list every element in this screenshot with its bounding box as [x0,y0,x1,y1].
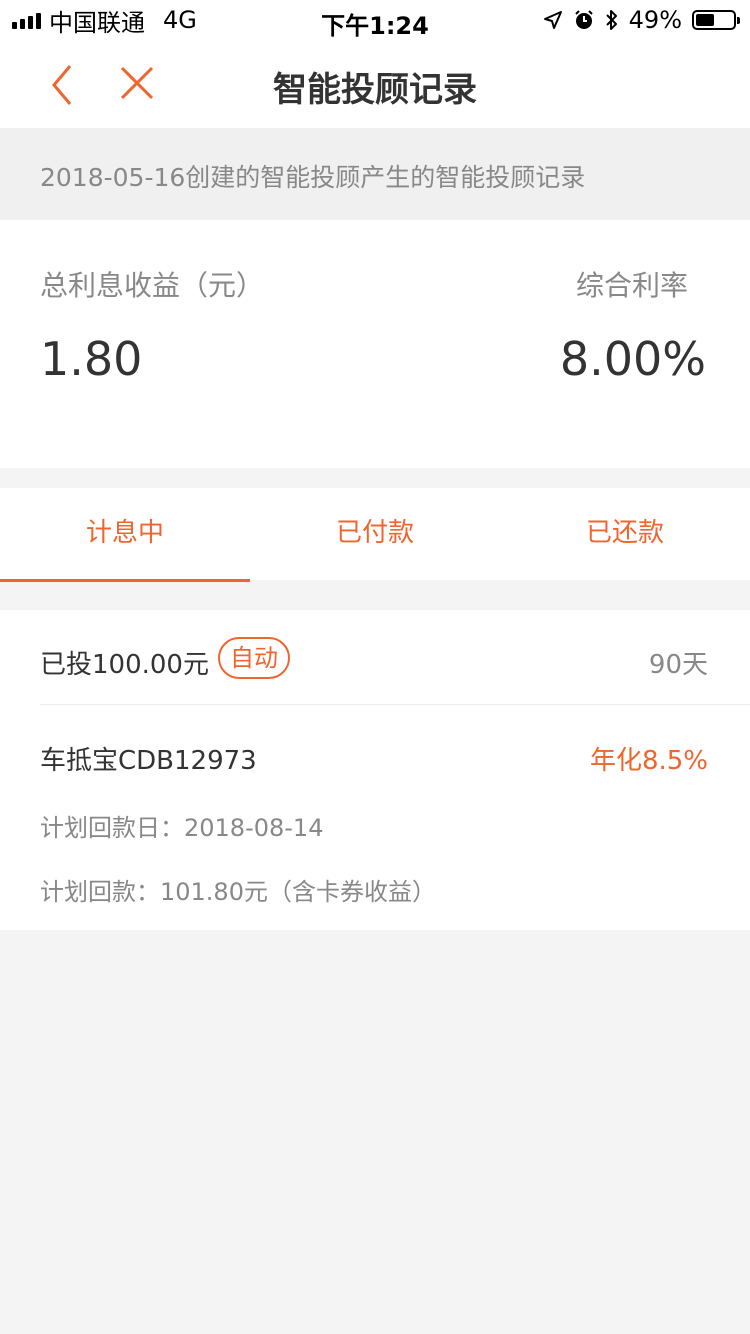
tab-accruing[interactable]: 计息中 [0,488,250,580]
banner-text: 2018-05-16创建的智能投顾产生的智能投顾记录 [40,163,586,192]
tab-repaid[interactable]: 已还款 [500,488,750,580]
total-interest-label: 总利息收益（元） [40,269,265,302]
location-arrow-icon [543,11,562,29]
planned-repay-date: 计划回款日：2018-08-14 [40,814,324,842]
record-card[interactable]: 已投100.00元 自动 90天 车抵宝CDB12973 年化8.5% 计划回款… [0,610,750,930]
total-interest-value: 1.80 [40,332,143,386]
page-title: 智能投顾记录 [273,70,477,110]
summary-card: 总利息收益（元） 综合利率 1.80 8.00% [0,220,750,468]
rate-value: 8.00% [559,332,706,386]
rate-label: 综合利率 [575,269,688,302]
tab-bar: 计息中 已付款 已还款 [0,488,750,582]
battery-fill [696,14,714,26]
active-tab-indicator [0,579,250,582]
invested-amount: 已投100.00元 [40,650,209,680]
term-days: 90天 [648,650,708,680]
bluetooth-icon [605,10,617,30]
tab-paid[interactable]: 已付款 [250,488,500,580]
status-bar: 中国联通 4G 下午1:24 49% [0,0,750,40]
alarm-clock-icon [574,10,593,29]
battery-percent: 49% [628,6,682,34]
annual-rate: 年化8.5% [589,746,708,776]
battery-icon [692,10,740,30]
info-banner: 2018-05-16创建的智能投顾产生的智能投顾记录 [0,128,750,220]
planned-repay-amount: 计划回款：101.80元（含卡券收益） [40,878,436,906]
divider [40,704,750,705]
status-right: 49% [543,6,740,34]
auto-badge: 自动 [218,637,290,679]
nav-bar: 智能投顾记录 [0,40,750,128]
product-name: 车抵宝CDB12973 [40,746,257,776]
